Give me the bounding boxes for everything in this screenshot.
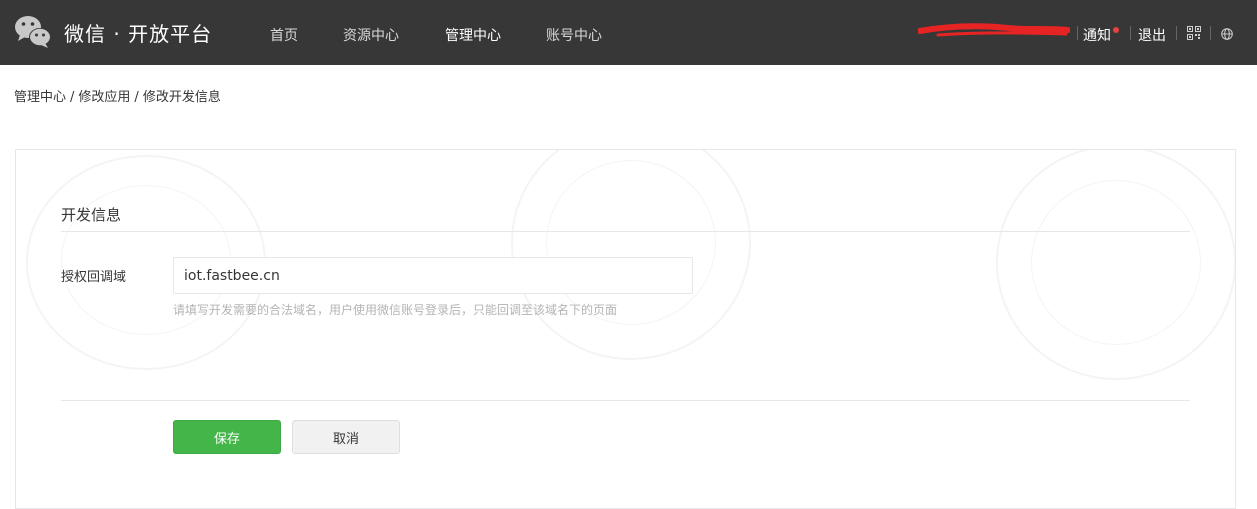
cancel-button[interactable]: 取消 — [292, 420, 400, 454]
wechat-logo-icon[interactable] — [14, 14, 52, 50]
logout-link[interactable]: 退出 — [1138, 25, 1166, 45]
nav-management-center[interactable]: 管理中心 — [445, 25, 501, 45]
globe-icon[interactable] — [1221, 28, 1233, 40]
section-title: 开发信息 — [61, 206, 122, 224]
top-navigation-bar: 微信 · 开放平台 首页 资源中心 管理中心 账号中心 通知 退出 — [0, 0, 1257, 65]
nav-account-center[interactable]: 账号中心 — [546, 25, 602, 45]
divider — [1176, 26, 1177, 40]
divider — [1077, 26, 1078, 40]
divider — [1130, 26, 1131, 40]
actions-divider — [61, 400, 1190, 401]
notify-badge — [1113, 27, 1119, 33]
qrcode-icon[interactable] — [1187, 26, 1201, 40]
redacted-username — [918, 23, 1070, 37]
breadcrumb-management-center[interactable]: 管理中心 — [14, 90, 66, 105]
save-button[interactable]: 保存 — [173, 420, 281, 454]
divider — [1210, 26, 1211, 40]
notify-link[interactable]: 通知 — [1083, 25, 1111, 45]
breadcrumb-edit-app[interactable]: 修改应用 — [78, 90, 130, 105]
callback-domain-input[interactable] — [173, 257, 693, 294]
breadcrumb: 管理中心 / 修改应用 / 修改开发信息 — [14, 86, 221, 105]
breadcrumb-separator: / — [134, 90, 139, 105]
brand-title[interactable]: 微信 · 开放平台 — [64, 18, 212, 47]
callback-domain-tip: 请填写开发需要的合法域名，用户使用微信账号登录后，只能回调至该域名下的页面 — [173, 303, 618, 317]
breadcrumb-current: 修改开发信息 — [142, 90, 221, 105]
watermark — [1031, 180, 1201, 345]
form-panel: 开发信息 授权回调域 请填写开发需要的合法域名，用户使用微信账号登录后，只能回调… — [15, 149, 1236, 509]
nav-home[interactable]: 首页 — [270, 25, 298, 45]
callback-domain-label: 授权回调域 — [61, 270, 127, 285]
breadcrumb-separator: / — [70, 90, 75, 105]
nav-resource-center[interactable]: 资源中心 — [343, 25, 399, 45]
section-divider — [61, 231, 1190, 232]
